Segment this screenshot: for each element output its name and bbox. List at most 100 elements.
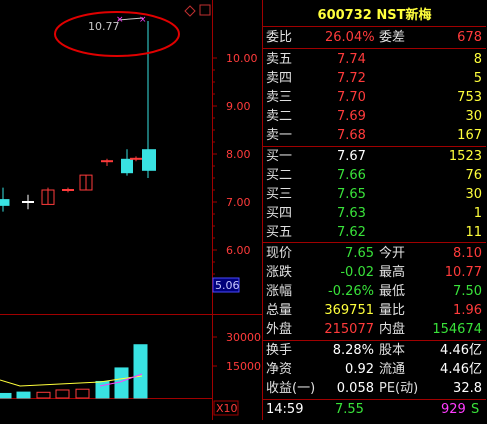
volume-bar (95, 380, 110, 399)
diff-value: 678 (457, 30, 482, 45)
bid-volume: 1523 (448, 149, 482, 164)
bid-label: 买二 (266, 168, 293, 183)
bid-row: 买三 7.65 30 (263, 185, 486, 205)
kline-chart[interactable]: 10.00 9.00 8.00 7.00 6.00 5.06 10.77 × × 300… (0, 0, 262, 420)
ask-row: 卖五 7.74 8 (263, 50, 486, 70)
bid-label: 买三 (266, 187, 293, 202)
marker-x-icon: × (139, 15, 147, 25)
ask-volume: 30 (465, 109, 482, 124)
stat2-label: 净资 (266, 362, 293, 377)
stat2-value2: 32.8 (453, 381, 482, 396)
square-icon[interactable] (199, 4, 211, 16)
kline-svg: 10.00 9.00 8.00 7.00 6.00 5.06 10.77 × × 300… (0, 0, 262, 420)
ask-price: 7.72 (337, 71, 366, 86)
marker-x-icon: × (116, 15, 124, 25)
stat2-label: 换手 (266, 343, 293, 358)
stock-title: 600732 NST新梅 (317, 8, 432, 23)
divider (263, 26, 486, 27)
price-tick-label: 9.00 (226, 100, 251, 113)
volume-bar (75, 388, 90, 399)
bid-price: 7.65 (337, 187, 366, 202)
divider (263, 242, 486, 243)
stat-value: -0.26% (328, 284, 374, 299)
stat-label: 涨跌 (266, 265, 293, 280)
stat2-label2: PE(动) (379, 381, 419, 396)
volume-tick-label: 30000 (226, 331, 261, 344)
ratio-value: 26.04% (325, 30, 375, 45)
bid-price: 7.62 (337, 225, 366, 240)
price-axis: 10.00 9.00 8.00 7.00 6.00 (212, 52, 258, 287)
ask-volume: 5 (473, 71, 482, 86)
stat-label: 外盘 (266, 322, 293, 337)
bid-row: 买四 7.63 1 (263, 204, 486, 224)
stat-label2: 今开 (379, 246, 406, 261)
high-annotation: 10.77 (88, 20, 120, 33)
candle-body (121, 158, 133, 174)
stat-value: 369751 (324, 303, 374, 318)
ask-row: 卖二 7.69 30 (263, 107, 486, 127)
volume-bar (36, 391, 51, 399)
divider (263, 48, 486, 49)
stat-value2: 8.10 (453, 246, 482, 261)
volume-tick-label: 15000 (226, 360, 261, 373)
bid-label: 买五 (266, 225, 293, 240)
ask-row: 卖三 7.70 753 (263, 88, 486, 108)
stat2-label: 收益(一) (266, 381, 316, 396)
stat-label2: 内盘 (379, 322, 406, 337)
volume-bars (0, 344, 148, 399)
bid-volume: 1 (473, 206, 482, 221)
ask-label: 卖二 (266, 109, 293, 124)
stat-label: 总量 (266, 303, 293, 318)
ask-label: 卖一 (266, 128, 293, 143)
candles (0, 21, 156, 212)
bid-row: 买五 7.62 11 (263, 223, 486, 243)
ask-price: 7.74 (337, 52, 366, 67)
footer-flag: S (471, 402, 480, 417)
candle-body (142, 149, 156, 171)
ask-label: 卖三 (266, 90, 293, 105)
tick-footer: 14:59 7.55 929 S (263, 400, 486, 420)
stat2-value: 8.28% (332, 343, 374, 358)
stat-value2: 154674 (432, 322, 482, 337)
stat-row: 涨跌 -0.02 最高 10.77 (263, 263, 486, 283)
ask-price: 7.69 (337, 109, 366, 124)
stat-row: 现价 7.65 今开 8.10 (263, 244, 486, 264)
bid-label: 买一 (266, 149, 293, 164)
stat-label2: 最高 (379, 265, 406, 280)
stat2-value: 0.92 (345, 362, 374, 377)
volume-axis: 30000 15000 (212, 331, 261, 373)
ratio-label: 委比 (266, 30, 293, 45)
volume-bar (55, 389, 70, 399)
stat2-value: 0.058 (336, 381, 374, 396)
stat-value2: 10.77 (444, 265, 482, 280)
stat2-row: 换手 8.28% 股本 4.46亿 (263, 341, 486, 361)
diamond-icon[interactable] (184, 5, 196, 17)
volume-mode[interactable]: X10 (216, 402, 238, 415)
stat-value: 215077 (324, 322, 374, 337)
stat-value2: 7.50 (453, 284, 482, 299)
bid-price: 7.63 (337, 206, 366, 221)
quote-panel: 600732 NST新梅 委比 26.04% 委差 678 卖五 7.74 8 卖四 7… (262, 0, 487, 420)
diff-label: 委差 (379, 30, 406, 45)
stat-label: 涨幅 (266, 284, 293, 299)
stat2-row: 收益(一) 0.058 PE(动) 32.8 (263, 379, 486, 399)
footer-time: 14:59 (266, 402, 304, 417)
stat-label: 现价 (266, 246, 293, 261)
price-tick-label: 6.00 (226, 244, 251, 257)
ratio-row: 委比 26.04% 委差 678 (263, 28, 486, 48)
footer-price: 7.55 (335, 402, 364, 417)
ask-price: 7.70 (337, 90, 366, 105)
bid-row: 买二 7.66 76 (263, 166, 486, 186)
volume-bar (16, 391, 31, 399)
price-tick-label: 10.00 (226, 52, 258, 65)
current-price-tag: 5.06 (215, 279, 240, 292)
bid-label: 买四 (266, 206, 293, 221)
stat-label2: 最低 (379, 284, 406, 299)
bid-price: 7.66 (337, 168, 366, 183)
bid-volume: 76 (465, 168, 482, 183)
bid-price: 7.67 (337, 149, 366, 164)
stat2-value2: 4.46亿 (440, 362, 482, 377)
price-tick-label: 8.00 (226, 148, 251, 161)
stat-value2: 1.96 (453, 303, 482, 318)
price-tick-label: 7.00 (226, 196, 251, 209)
